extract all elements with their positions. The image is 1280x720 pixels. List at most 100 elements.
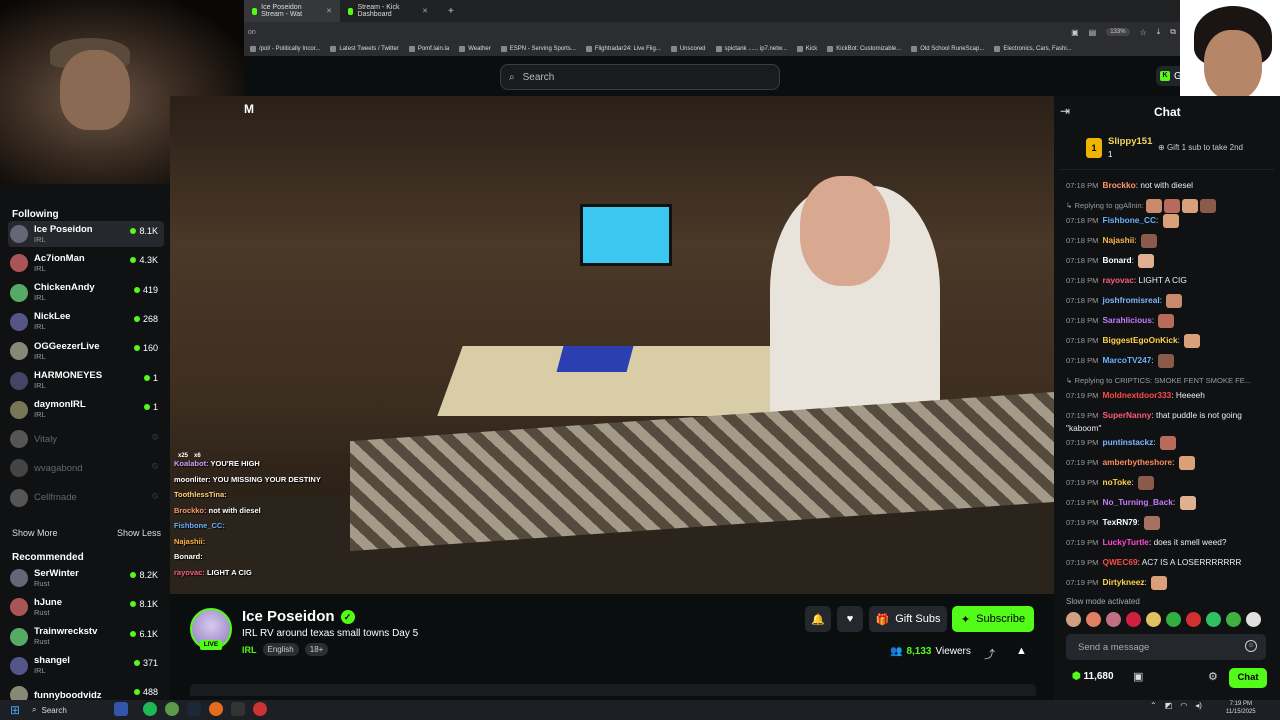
bookmark[interactable]: /pol/ - Politically Incor... xyxy=(250,46,320,52)
chat-settings-gear-icon[interactable]: ⚙ xyxy=(1208,670,1218,683)
message-username[interactable]: QWEC69 xyxy=(1103,557,1138,567)
search-input[interactable]: ⌕ Search xyxy=(500,64,780,90)
bookmark[interactable]: Flightradar24: Live Flig... xyxy=(585,46,661,52)
quick-emote[interactable] xyxy=(1086,612,1101,627)
sidebar-item-harmoneyes[interactable]: HARMONEYES IRL 1 xyxy=(8,368,164,394)
message-username[interactable]: rayovac xyxy=(1103,275,1134,285)
bookmark[interactable]: Weather xyxy=(459,46,491,52)
reader-icon[interactable]: ▤ xyxy=(1089,28,1097,37)
bookmark[interactable]: Electronics, Cars, Fashi... xyxy=(994,46,1072,52)
screenshot-icon[interactable]: ▣ xyxy=(1071,28,1079,37)
streamer-name[interactable]: Ice Poseidon ✓ xyxy=(242,608,355,625)
tray-up-arrow-icon[interactable]: ⌃ xyxy=(1150,701,1157,710)
bookmark[interactable]: Pomf.lain.la xyxy=(408,46,449,52)
gift-subs-button[interactable]: 🎁 Gift Subs xyxy=(869,606,947,632)
message-username[interactable]: BiggestEgoOnKick xyxy=(1103,335,1178,345)
sidebar-item-vitaly[interactable]: Vitaly ⦸ xyxy=(8,426,164,452)
message-username[interactable]: SuperNanny xyxy=(1103,410,1152,420)
browser-tab-dashboard[interactable]: Stream - Kick Dashboard ✕ xyxy=(340,0,436,22)
show-more-button[interactable]: Show More xyxy=(12,528,58,538)
bookmark[interactable]: Old School RuneScap... xyxy=(911,46,984,52)
sidebar-item-shangel[interactable]: shangel IRL 371 xyxy=(8,653,164,679)
sidebar-item-cellfmade[interactable]: Cellfmade ⦸ xyxy=(8,485,164,511)
capcut-icon[interactable] xyxy=(231,702,245,716)
message-username[interactable]: amberbytheshore xyxy=(1103,457,1173,467)
bookmark[interactable]: Latest Tweets / Twitter xyxy=(330,46,399,52)
message-username[interactable]: Bonard xyxy=(1103,255,1132,265)
close-tab-icon[interactable]: ✕ xyxy=(422,7,428,15)
message-username[interactable]: puntinstackz xyxy=(1103,437,1154,447)
message-username[interactable]: Dirtykneez xyxy=(1103,577,1145,587)
quick-emote[interactable] xyxy=(1106,612,1121,627)
subscribe-button[interactable]: ✦ Subscribe xyxy=(952,606,1034,632)
collapse-chat-icon[interactable]: ⇥ xyxy=(1060,104,1070,118)
quick-emote[interactable] xyxy=(1186,612,1201,627)
close-tab-icon[interactable]: ✕ xyxy=(326,7,332,15)
sidebar-item-trainwreckstv[interactable]: Trainwreckstv Rust 6.1K xyxy=(8,624,164,650)
browser-tab-ice-poseidon[interactable]: Ice Poseidon Stream - Wat ✕ xyxy=(244,0,340,22)
quick-emote[interactable] xyxy=(1246,612,1261,627)
message-username[interactable]: Najashii xyxy=(1103,235,1135,245)
message-username[interactable]: TexRN79 xyxy=(1103,517,1138,527)
notification-bell-button[interactable]: 🔔 xyxy=(805,606,831,632)
bookmark[interactable]: spictank ...... ip7.netw... xyxy=(715,46,787,52)
quick-emote[interactable] xyxy=(1066,612,1081,627)
quick-emote[interactable] xyxy=(1166,612,1181,627)
top-gifter-username[interactable]: Slippy151 xyxy=(1108,136,1152,147)
wifi-icon[interactable]: ◠ xyxy=(1180,701,1187,710)
message-username[interactable]: Fishbone_CC xyxy=(1103,215,1156,225)
bookmark[interactable]: Unscored xyxy=(670,46,706,52)
message-username[interactable]: Brockko xyxy=(1103,180,1136,190)
show-less-button[interactable]: Show Less xyxy=(117,528,161,538)
sidebar-item-serwinter[interactable]: SerWinter Rust 8.2K xyxy=(8,565,164,591)
bookmark[interactable]: Kick xyxy=(796,46,817,52)
download-icon[interactable]: ⤓ xyxy=(1157,27,1161,37)
message-username[interactable]: MarcoTV247 xyxy=(1103,355,1152,365)
emoji-picker-icon[interactable]: ☺ xyxy=(1245,640,1257,652)
extension-icon[interactable]: ⧉ xyxy=(1170,27,1176,37)
bookmark-star-icon[interactable]: ☆ xyxy=(1140,28,1147,37)
tag-chip[interactable]: English xyxy=(262,643,299,656)
sidebar-item-daymonirl[interactable]: daymonIRL IRL 1 xyxy=(8,397,164,423)
message-username[interactable]: joshfromisreal xyxy=(1103,295,1160,305)
zoom-level[interactable]: 133% xyxy=(1106,28,1130,36)
sidebar-item-ac7ionman[interactable]: Ac7ionMan IRL 4.3K xyxy=(8,250,164,276)
follow-heart-button[interactable]: ♥ xyxy=(837,606,863,632)
taskbar-app-icon[interactable] xyxy=(114,702,128,716)
channel-points[interactable]: ⬢ 11,680 xyxy=(1072,671,1114,682)
taskbar-clock[interactable]: 7:19 PM 11/15/2025 xyxy=(1226,700,1256,716)
message-username[interactable]: Sarahlicious xyxy=(1103,315,1152,325)
share-icon[interactable]: ⤴ xyxy=(984,646,995,662)
quick-emote[interactable] xyxy=(1226,612,1241,627)
report-warning-icon[interactable]: ▲ xyxy=(1016,645,1027,657)
chat-gift-icon[interactable]: ▣ xyxy=(1133,670,1143,683)
sidebar-item-hjune[interactable]: hJune Rust 8.1K xyxy=(8,594,164,620)
send-chat-button[interactable]: Chat xyxy=(1229,668,1267,688)
firefox-icon[interactable] xyxy=(209,702,223,716)
message-username[interactable]: noToke xyxy=(1103,477,1132,487)
sidebar-item-wvagabond[interactable]: wvagabond ⦸ xyxy=(8,455,164,481)
steam-icon[interactable] xyxy=(187,702,201,716)
tray-app-icon[interactable]: ◩ xyxy=(1165,701,1173,710)
message-username[interactable]: No_Turning_Back xyxy=(1103,497,1173,507)
bookmark[interactable]: KickBot: Customizable... xyxy=(827,46,901,52)
bookmark[interactable]: ESPN - Serving Sports... xyxy=(500,46,576,52)
chrome-icon[interactable] xyxy=(165,702,179,716)
quick-emote[interactable] xyxy=(1146,612,1161,627)
message-username[interactable]: Moldnextdoor333 xyxy=(1103,390,1172,400)
volume-icon[interactable]: ◂) xyxy=(1195,701,1202,710)
gift-to-rank-prompt[interactable]: ⊕ Gift 1 sub to take 2nd xyxy=(1158,143,1243,152)
windows-start-icon[interactable]: ⊞ xyxy=(10,703,20,717)
sidebar-item-nicklee[interactable]: NickLee IRL 268 xyxy=(8,309,164,335)
address-bar[interactable]: on ▣ ▤ 133% ☆ ⤓ ⧉ xyxy=(244,22,1180,42)
new-tab-button[interactable]: + xyxy=(448,6,454,17)
tag-chip[interactable]: 18+ xyxy=(304,643,329,656)
sidebar-item-ice-poseidon[interactable]: Ice Poseidon IRL 8.1K xyxy=(8,221,164,247)
sidebar-item-oggeezerlive[interactable]: OGGeezerLive IRL 160 xyxy=(8,338,164,364)
category-link[interactable]: IRL xyxy=(242,645,257,655)
sidebar-item-chickenandy[interactable]: ChickenAndy IRL 419 xyxy=(8,280,164,306)
message-username[interactable]: LuckyTurtle xyxy=(1103,537,1149,547)
obs-icon[interactable] xyxy=(253,702,267,716)
spotify-icon[interactable] xyxy=(143,702,157,716)
quick-emote[interactable] xyxy=(1206,612,1221,627)
